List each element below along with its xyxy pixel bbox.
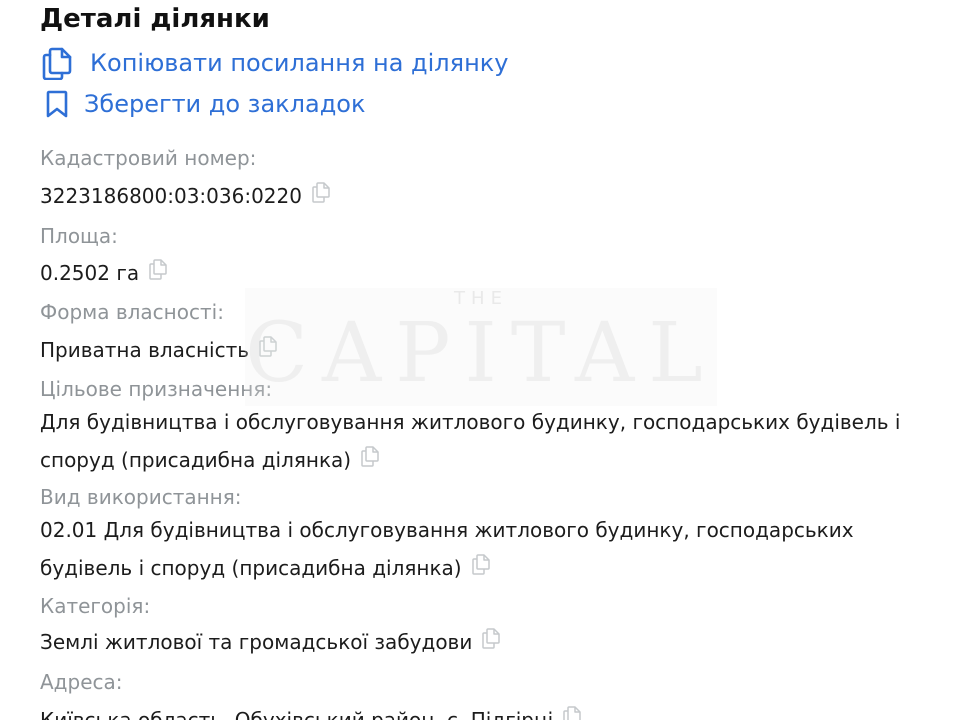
address-label: Адреса: <box>40 670 123 694</box>
bookmark-button[interactable]: Зберегти до закладок <box>40 87 365 121</box>
bookmark-label: Зберегти до закладок <box>84 90 366 118</box>
area-text: 0.2502 га <box>40 261 140 285</box>
category-value: Землі житлової та громадської забудови <box>40 623 940 661</box>
copy-link-button[interactable]: Копіювати посилання на ділянку <box>40 46 508 80</box>
usage-value: 02.01 Для будівництва і обслуговування ж… <box>40 511 895 587</box>
copy-icon[interactable] <box>480 627 502 649</box>
copy-icon[interactable] <box>470 553 492 575</box>
usage-label: Вид використання: <box>40 485 242 509</box>
purpose-text: Для будівництва і обслуговування житлово… <box>40 410 901 472</box>
copy-link-label: Копіювати посилання на ділянку <box>90 49 509 77</box>
area-value: 0.2502 га <box>40 254 940 292</box>
copy-icon[interactable] <box>359 445 381 467</box>
cadastral-text: 3223186800:03:036:0220 <box>40 184 302 208</box>
page-title: Деталі ділянки <box>40 4 270 34</box>
ownership-text: Приватна власність <box>40 338 250 362</box>
address-value: Київська область, Обухівський район, с. … <box>40 701 940 720</box>
ownership-label: Форма власності: <box>40 300 224 324</box>
bookmark-icon <box>40 87 74 121</box>
category-text: Землі житлової та громадської забудови <box>40 630 473 654</box>
cadastral-value: 3223186800:03:036:0220 <box>40 177 940 215</box>
copy-icon[interactable] <box>147 258 169 280</box>
category-label: Категорія: <box>40 594 151 618</box>
copy-icon[interactable] <box>310 181 332 203</box>
copy-icon[interactable] <box>561 705 583 720</box>
purpose-value: Для будівництва і обслуговування житлово… <box>40 403 925 479</box>
address-text: Київська область, Обухівський район, с. … <box>40 708 554 720</box>
area-label: Площа: <box>40 224 118 248</box>
copy-link-icon <box>40 46 74 80</box>
ownership-value: Приватна власність <box>40 331 940 369</box>
copy-icon[interactable] <box>257 335 279 357</box>
cadastral-label: Кадастровий номер: <box>40 146 257 170</box>
purpose-label: Цільове призначення: <box>40 377 273 401</box>
usage-text: 02.01 Для будівництва і обслуговування ж… <box>40 518 854 580</box>
